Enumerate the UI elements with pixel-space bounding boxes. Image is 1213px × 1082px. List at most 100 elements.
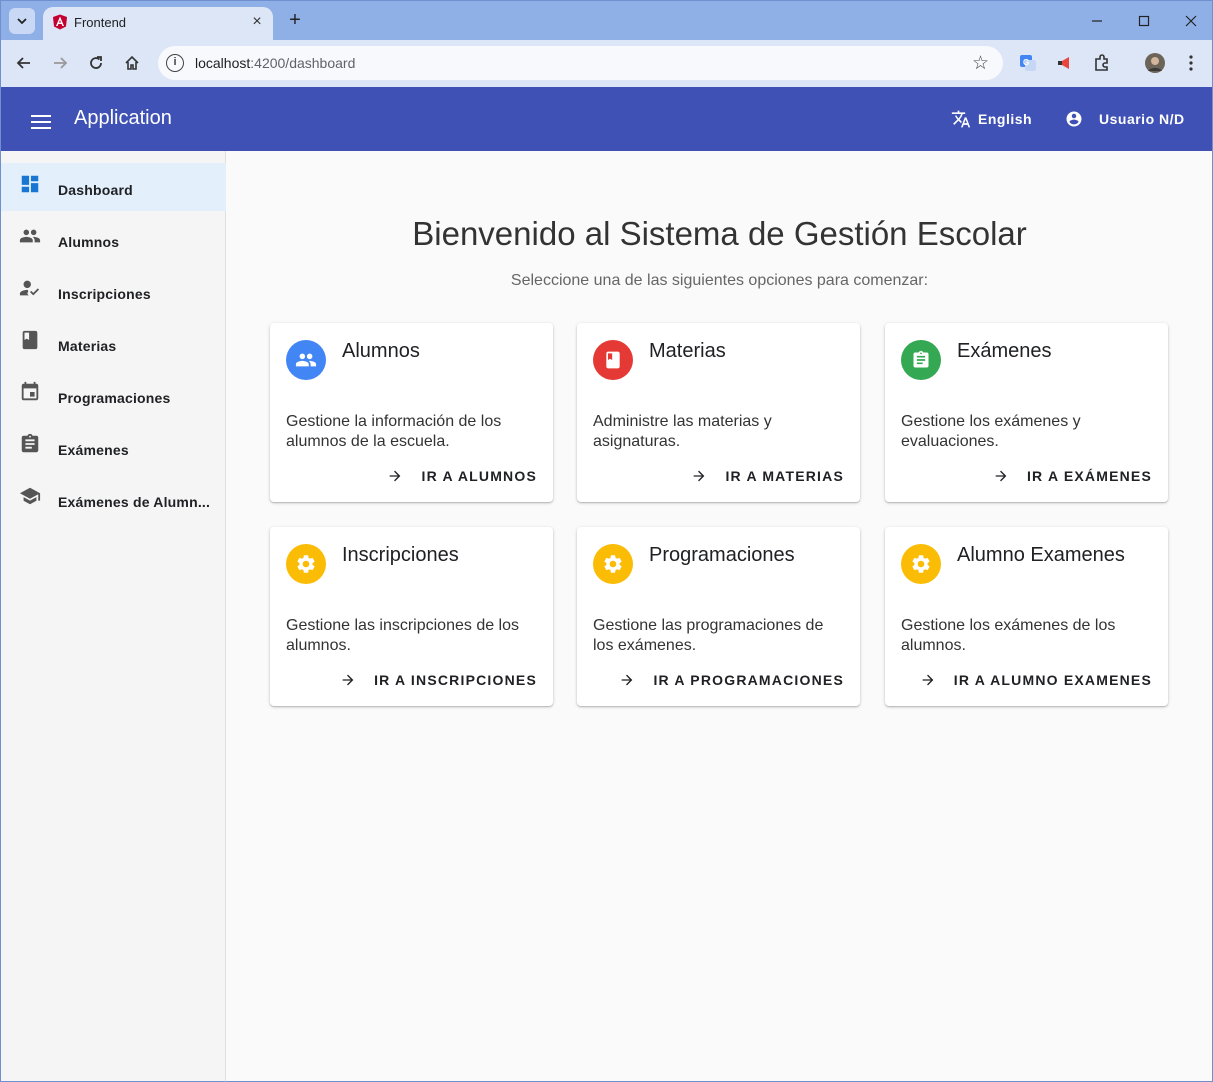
card-alumno-examenes: Alumno Examenes Gestione los exámenes de… xyxy=(885,527,1168,706)
sidebar-item-label: Programaciones xyxy=(58,390,171,406)
language-label: English xyxy=(978,111,1033,127)
go-to-materias-button[interactable]: IR A MATERIAS xyxy=(691,468,844,484)
card-materias: Materias Administre las materias y asign… xyxy=(577,323,860,502)
sidebar-item-label: Exámenes xyxy=(58,442,129,458)
main-content: Bienvenido al Sistema de Gestión Escolar… xyxy=(226,151,1213,1082)
browser-toolbar: i localhost:4200/dashboard ☆ G xyxy=(0,40,1213,87)
button-label: IR A EXÁMENES xyxy=(1026,468,1152,484)
dashboard-icon xyxy=(21,175,39,193)
browser-tab[interactable]: Frontend × xyxy=(43,7,273,41)
close-icon[interactable]: × xyxy=(249,14,265,30)
sidebar-item-label: Inscripciones xyxy=(58,286,151,302)
site-info-icon[interactable]: i xyxy=(166,54,184,72)
chevron-down-icon xyxy=(17,18,27,25)
go-to-alumno-examenes-button[interactable]: IR A ALUMNO EXAMENES xyxy=(920,672,1152,688)
svg-text:G: G xyxy=(1023,58,1029,67)
translate-icon xyxy=(951,110,971,128)
sidebar-item-label: Dashboard xyxy=(58,182,133,198)
card-title: Inscripciones xyxy=(342,544,459,566)
arrow-forward-icon xyxy=(342,674,354,686)
card-title: Alumno Examenes xyxy=(957,544,1125,566)
card-description: Administre las materias y asignaturas. xyxy=(593,413,772,450)
sidebar-item-examenes-alumnos[interactable]: Exámenes de Alumn... xyxy=(1,475,226,523)
card-description: Gestione los exámenes y evaluaciones. xyxy=(901,413,1081,450)
language-button[interactable]: English xyxy=(951,109,1032,129)
assignment-icon xyxy=(901,340,941,380)
hamburger-menu-icon[interactable] xyxy=(31,115,51,129)
sidebar-item-label: Exámenes de Alumn... xyxy=(58,494,211,510)
forward-arrow-icon[interactable] xyxy=(48,51,72,75)
button-label: IR A ALUMNOS xyxy=(421,468,537,484)
browser-menu-icon[interactable] xyxy=(1179,51,1203,75)
gear-icon xyxy=(901,544,941,584)
page-subtitle: Seleccione una de las siguientes opcione… xyxy=(510,272,929,289)
new-tab-plus-icon[interactable]: + xyxy=(285,10,305,31)
sidebar-item-alumnos[interactable]: Alumnos xyxy=(1,215,226,263)
card-description: Gestione los exámenes de los alumnos. xyxy=(901,617,1116,654)
button-label: IR A PROGRAMACIONES xyxy=(653,672,844,688)
card-description: Gestione las inscripciones de los alumno… xyxy=(286,617,520,654)
card-examenes: Exámenes Gestione los exámenes y evaluac… xyxy=(885,323,1168,502)
sidebar-item-materias[interactable]: Materias xyxy=(1,319,226,367)
user-button[interactable]: Usuario N/D xyxy=(1065,109,1185,129)
event-icon xyxy=(21,381,39,401)
home-icon[interactable] xyxy=(120,51,144,75)
card-description: Gestione la información de los alumnos d… xyxy=(286,413,502,450)
card-description: Gestione las programaciones de los exáme… xyxy=(593,617,824,654)
go-to-examenes-button[interactable]: IR A EXÁMENES xyxy=(993,468,1152,484)
tab-title: Frontend xyxy=(74,15,127,30)
go-to-alumnos-button[interactable]: IR A ALUMNOS xyxy=(387,468,537,484)
bookmark-star-icon[interactable]: ☆ xyxy=(972,52,989,75)
window-close-icon[interactable] xyxy=(1181,11,1201,31)
translate-extension-icon[interactable]: G xyxy=(1016,51,1040,75)
button-label: IR A ALUMNO EXAMENES xyxy=(953,672,1152,688)
url-text: localhost:4200/dashboard xyxy=(195,55,356,71)
card-inscripciones: Inscripciones Gestione las inscripciones… xyxy=(270,527,553,706)
user-label: Usuario N/D xyxy=(1099,111,1185,127)
sidebar-item-examenes[interactable]: Exámenes xyxy=(1,423,226,471)
app-title: Application xyxy=(74,107,172,129)
tab-search-button[interactable] xyxy=(9,8,35,34)
school-icon xyxy=(19,487,41,505)
how-to-reg-icon xyxy=(19,280,40,296)
assignment-icon xyxy=(21,433,39,453)
book-icon xyxy=(593,340,633,380)
sidebar-item-dashboard[interactable]: Dashboard xyxy=(1,163,226,211)
arrow-forward-icon xyxy=(390,470,401,482)
reload-icon[interactable] xyxy=(84,51,108,75)
browser-tabstrip: Frontend × + xyxy=(0,0,1213,41)
back-arrow-icon[interactable] xyxy=(12,51,36,75)
people-icon xyxy=(286,340,326,380)
sidebar: Dashboard Alumnos Inscripciones Materias… xyxy=(0,151,226,1082)
megaphone-extension-icon[interactable] xyxy=(1053,51,1077,75)
arrow-forward-icon xyxy=(922,674,934,686)
card-title: Programaciones xyxy=(649,544,795,566)
button-label: IR A INSCRIPCIONES xyxy=(374,672,537,688)
go-to-inscripciones-button[interactable]: IR A INSCRIPCIONES xyxy=(340,672,537,688)
card-title: Exámenes xyxy=(957,340,1052,362)
gear-icon xyxy=(286,544,326,584)
card-programaciones: Programaciones Gestione las programacion… xyxy=(577,527,860,706)
sidebar-item-label: Materias xyxy=(58,338,117,354)
card-title: Materias xyxy=(649,340,726,362)
angular-logo-icon xyxy=(53,14,67,30)
profile-avatar[interactable] xyxy=(1143,51,1167,75)
minimize-icon[interactable] xyxy=(1087,11,1107,31)
extensions-puzzle-icon[interactable] xyxy=(1090,51,1114,75)
card-title: Alumnos xyxy=(342,340,420,362)
arrow-forward-icon xyxy=(995,470,1007,482)
maximize-icon[interactable] xyxy=(1134,11,1154,31)
sidebar-item-inscripciones[interactable]: Inscripciones xyxy=(1,267,226,315)
address-bar[interactable]: i localhost:4200/dashboard ☆ xyxy=(158,46,1003,80)
page-title: Bienvenido al Sistema de Gestión Escolar xyxy=(412,215,1027,252)
people-icon xyxy=(19,229,41,243)
account-circle-icon xyxy=(1066,111,1082,127)
arrow-forward-icon xyxy=(622,674,633,686)
sidebar-item-label: Alumnos xyxy=(58,234,120,250)
sidebar-item-programaciones[interactable]: Programaciones xyxy=(1,371,226,419)
gear-icon xyxy=(593,544,633,584)
book-icon xyxy=(22,330,38,350)
app-header: Application English Usuario N/D xyxy=(0,87,1213,151)
card-alumnos: Alumnos Gestione la información de los a… xyxy=(270,323,553,502)
go-to-programaciones-button[interactable]: IR A PROGRAMACIONES xyxy=(619,672,844,688)
